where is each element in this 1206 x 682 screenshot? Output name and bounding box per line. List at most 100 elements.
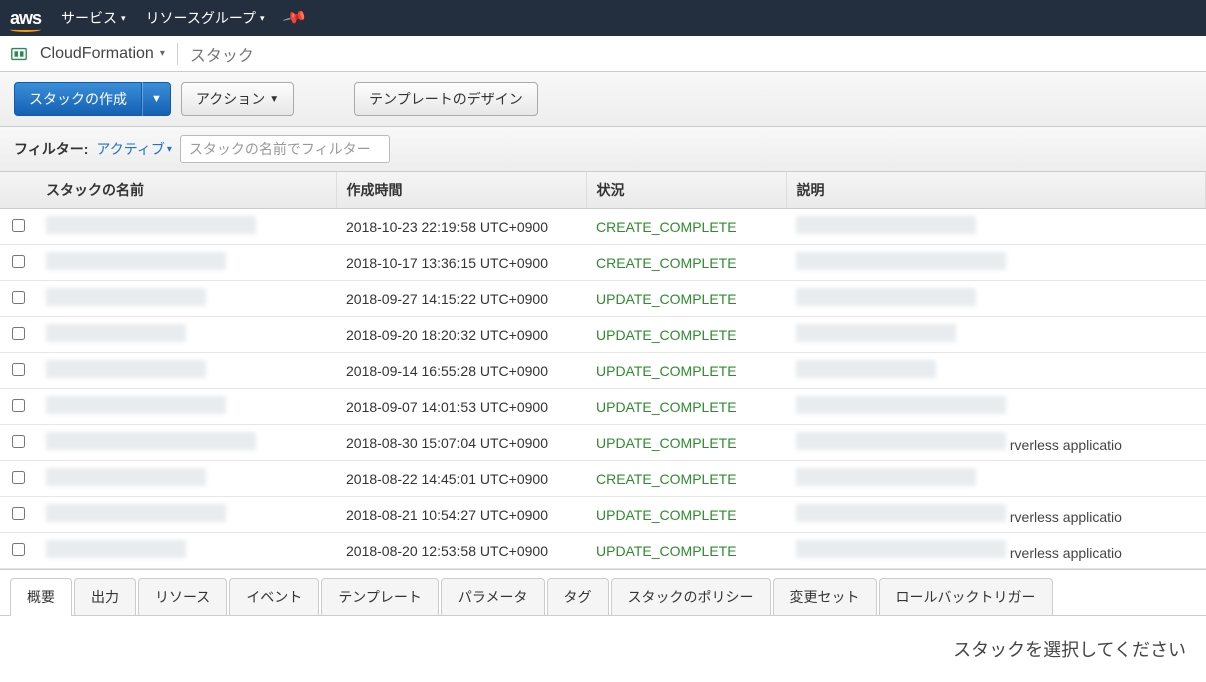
create-stack-button[interactable]: スタックの作成: [14, 82, 142, 116]
table-row[interactable]: 2018-09-27 14:15:22 UTC+0900 UPDATE_COMP…: [0, 281, 1206, 317]
cell-status: CREATE_COMPLETE: [586, 245, 786, 281]
row-checkbox[interactable]: [12, 399, 25, 412]
cell-desc: rverless applicatio: [1010, 509, 1122, 525]
header-name[interactable]: スタックの名前: [36, 172, 336, 209]
table-row[interactable]: 2018-09-20 18:20:32 UTC+0900 UPDATE_COMP…: [0, 317, 1206, 353]
table-row[interactable]: 2018-09-14 16:55:28 UTC+0900 UPDATE_COMP…: [0, 353, 1206, 389]
stacks-tbody: 2018-10-23 22:19:58 UTC+0900 CREATE_COMP…: [0, 209, 1206, 569]
header-checkbox: [0, 172, 36, 209]
row-checkbox[interactable]: [12, 291, 25, 304]
cell-status: UPDATE_COMPLETE: [586, 497, 786, 533]
tab-parameters[interactable]: パラメータ: [441, 578, 545, 615]
toolbar: スタックの作成 ▼ アクション ▼ テンプレートのデザイン: [0, 72, 1206, 127]
cell-status: UPDATE_COMPLETE: [586, 281, 786, 317]
nav-services[interactable]: サービス ▾: [61, 8, 126, 28]
filter-status-label: アクティブ: [96, 139, 164, 159]
row-checkbox[interactable]: [12, 435, 25, 448]
row-checkbox[interactable]: [12, 543, 25, 556]
stack-name-redacted: [46, 504, 226, 522]
row-checkbox[interactable]: [12, 507, 25, 520]
tab-resources[interactable]: リソース: [138, 578, 227, 615]
cell-created: 2018-09-27 14:15:22 UTC+0900: [336, 281, 586, 317]
chevron-down-icon: ▾: [260, 13, 265, 24]
tab-rollback[interactable]: ロールバックトリガー: [879, 578, 1053, 615]
header-created[interactable]: 作成時間: [336, 172, 586, 209]
actions-button[interactable]: アクション ▼: [181, 82, 294, 116]
stack-name-redacted: [46, 216, 256, 234]
actions-label: アクション: [196, 89, 265, 109]
nav-services-label: サービス: [61, 8, 117, 28]
breadcrumb-service[interactable]: CloudFormation ▾: [40, 45, 165, 63]
chevron-down-icon: ▾: [121, 13, 126, 24]
nav-resource-groups[interactable]: リソースグループ ▾: [146, 8, 265, 28]
header-status[interactable]: 状況: [586, 172, 786, 209]
cell-created: 2018-08-30 15:07:04 UTC+0900: [336, 425, 586, 461]
stack-desc-redacted: [796, 540, 1006, 558]
stack-desc-redacted: [796, 504, 1006, 522]
breadcrumb: CloudFormation ▾ スタック: [0, 36, 1206, 72]
stack-name-redacted: [46, 432, 256, 450]
cell-status: UPDATE_COMPLETE: [586, 317, 786, 353]
filter-status-dropdown[interactable]: アクティブ ▾: [96, 139, 172, 159]
cell-desc: rverless applicatio: [1010, 437, 1122, 453]
stack-name-redacted: [46, 288, 206, 306]
stack-desc-redacted: [796, 288, 976, 306]
cell-status: UPDATE_COMPLETE: [586, 353, 786, 389]
table-row[interactable]: 2018-08-21 10:54:27 UTC+0900 UPDATE_COMP…: [0, 497, 1206, 533]
cell-status: CREATE_COMPLETE: [586, 461, 786, 497]
stack-desc-redacted: [796, 252, 1006, 270]
stacks-table: スタックの名前 作成時間 状況 説明 2018-10-23 22:19:58 U…: [0, 172, 1206, 569]
tab-overview[interactable]: 概要: [10, 578, 72, 615]
stack-name-redacted: [46, 324, 186, 342]
row-checkbox[interactable]: [12, 327, 25, 340]
caret-down-icon: ▾: [167, 144, 172, 155]
breadcrumb-service-label: CloudFormation: [40, 45, 154, 63]
row-checkbox[interactable]: [12, 363, 25, 376]
tab-template[interactable]: テンプレート: [321, 578, 439, 615]
stack-desc-redacted: [796, 216, 976, 234]
table-row[interactable]: 2018-10-17 13:36:15 UTC+0900 CREATE_COMP…: [0, 245, 1206, 281]
chevron-down-icon: ▾: [160, 48, 165, 59]
table-row[interactable]: 2018-08-20 12:53:58 UTC+0900 UPDATE_COMP…: [0, 533, 1206, 569]
tab-tags[interactable]: タグ: [547, 578, 609, 615]
table-row[interactable]: 2018-10-23 22:19:58 UTC+0900 CREATE_COMP…: [0, 209, 1206, 245]
table-row[interactable]: 2018-09-07 14:01:53 UTC+0900 UPDATE_COMP…: [0, 389, 1206, 425]
create-stack-dropdown[interactable]: ▼: [142, 82, 171, 116]
tab-changesets[interactable]: 変更セット: [773, 578, 877, 615]
cell-status: UPDATE_COMPLETE: [586, 389, 786, 425]
pin-icon[interactable]: 📌: [281, 4, 308, 31]
cell-desc: rverless applicatio: [1010, 545, 1122, 561]
stack-desc-redacted: [796, 360, 936, 378]
filter-name-input[interactable]: [180, 135, 390, 163]
table-row[interactable]: 2018-08-22 14:45:01 UTC+0900 CREATE_COMP…: [0, 461, 1206, 497]
row-checkbox[interactable]: [12, 471, 25, 484]
filter-bar: フィルター: アクティブ ▾: [0, 127, 1206, 172]
create-stack-group: スタックの作成 ▼: [14, 82, 171, 116]
stacks-table-wrap: スタックの名前 作成時間 状況 説明 2018-10-23 22:19:58 U…: [0, 172, 1206, 570]
stack-desc-redacted: [796, 468, 976, 486]
cell-status: UPDATE_COMPLETE: [586, 425, 786, 461]
stack-name-redacted: [46, 468, 206, 486]
header-description[interactable]: 説明: [786, 172, 1206, 209]
cell-created: 2018-09-07 14:01:53 UTC+0900: [336, 389, 586, 425]
cell-status: CREATE_COMPLETE: [586, 209, 786, 245]
cell-created: 2018-08-22 14:45:01 UTC+0900: [336, 461, 586, 497]
stack-desc-redacted: [796, 432, 1006, 450]
cloudformation-icon: [10, 45, 28, 63]
tab-outputs[interactable]: 出力: [74, 578, 136, 615]
cell-status: UPDATE_COMPLETE: [586, 533, 786, 569]
caret-down-icon: ▼: [269, 94, 279, 105]
detail-tabs: 概要 出力 リソース イベント テンプレート パラメータ タグ スタックのポリシ…: [0, 570, 1206, 616]
nav-resource-groups-label: リソースグループ: [146, 8, 256, 28]
tab-policy[interactable]: スタックのポリシー: [611, 578, 771, 615]
breadcrumb-page: スタック: [190, 42, 254, 66]
cell-created: 2018-08-21 10:54:27 UTC+0900: [336, 497, 586, 533]
row-checkbox[interactable]: [12, 219, 25, 232]
table-row[interactable]: 2018-08-30 15:07:04 UTC+0900 UPDATE_COMP…: [0, 425, 1206, 461]
aws-logo[interactable]: aws: [10, 8, 41, 29]
design-template-button[interactable]: テンプレートのデザイン: [354, 82, 538, 116]
stack-name-redacted: [46, 540, 186, 558]
stack-name-redacted: [46, 360, 206, 378]
row-checkbox[interactable]: [12, 255, 25, 268]
tab-events[interactable]: イベント: [229, 578, 319, 615]
